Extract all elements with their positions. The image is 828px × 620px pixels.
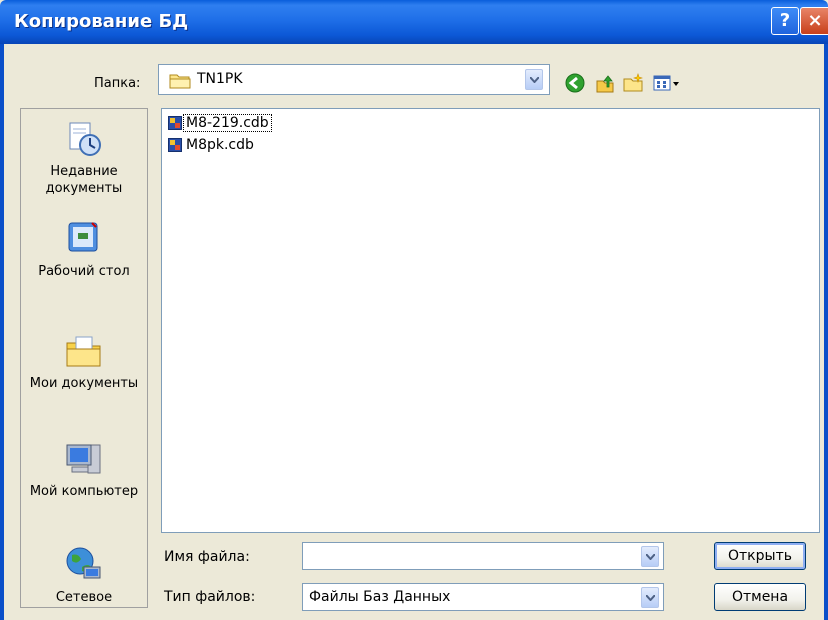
window-border-left xyxy=(0,44,4,620)
place-label: Мои документы xyxy=(29,376,139,391)
folder-value: TN1PK xyxy=(197,71,243,87)
view-menu-icon[interactable] xyxy=(652,72,682,94)
place-recent-documents[interactable]: Недавние документы xyxy=(21,119,147,197)
window-border-right xyxy=(824,44,828,620)
file-open-dialog: Копирование БД ? × Папка: TN1PK Недавние… xyxy=(0,0,828,620)
place-my-documents[interactable]: Мои документы xyxy=(21,331,147,392)
network-icon xyxy=(64,545,104,585)
file-name: M8pk.cdb xyxy=(186,137,254,153)
place-label: Рабочий стол xyxy=(38,264,130,279)
file-name: M8-219.cdb xyxy=(183,114,272,132)
my-documents-icon xyxy=(64,331,104,371)
file-list[interactable]: M8-219.cdb M8pk.cdb xyxy=(161,108,820,533)
folder-label: Папка: xyxy=(94,76,141,91)
recent-documents-icon xyxy=(64,119,104,159)
filename-input[interactable] xyxy=(302,542,664,570)
place-network[interactable]: Сетевое xyxy=(21,545,147,606)
places-bar: Недавние документы Рабочий стол Мои доку… xyxy=(20,108,148,608)
window-title: Копирование БД xyxy=(14,11,189,32)
new-folder-icon[interactable] xyxy=(622,72,644,94)
chevron-down-icon[interactable] xyxy=(641,587,659,608)
filetype-value: Файлы Баз Данных xyxy=(309,589,451,605)
back-arrow-icon[interactable] xyxy=(564,72,586,94)
my-computer-icon xyxy=(64,439,104,479)
help-button[interactable]: ? xyxy=(771,7,799,35)
up-folder-icon[interactable] xyxy=(594,72,616,94)
folder-dropdown[interactable]: TN1PK xyxy=(158,64,550,95)
place-label: Сетевое xyxy=(55,590,113,605)
open-button[interactable]: Открыть xyxy=(714,542,806,570)
filetype-select[interactable]: Файлы Баз Данных xyxy=(302,583,664,611)
place-my-computer[interactable]: Мой компьютер xyxy=(21,439,147,500)
place-label: Мой компьютер xyxy=(29,484,139,499)
place-desktop[interactable]: Рабочий стол xyxy=(21,219,147,280)
filetype-label: Тип файлов: xyxy=(164,589,256,605)
desktop-icon xyxy=(64,219,104,259)
filename-label: Имя файла: xyxy=(164,549,250,565)
database-file-icon xyxy=(168,116,182,130)
cancel-button[interactable]: Отмена xyxy=(714,583,806,611)
place-label: Недавние документы xyxy=(45,164,123,196)
chevron-down-icon[interactable] xyxy=(525,69,543,90)
folder-icon xyxy=(169,71,191,93)
title-bar[interactable]: Копирование БД ? × xyxy=(0,0,828,44)
database-file-icon xyxy=(168,138,182,152)
close-button[interactable]: × xyxy=(800,7,828,35)
chevron-down-icon[interactable] xyxy=(641,546,659,567)
